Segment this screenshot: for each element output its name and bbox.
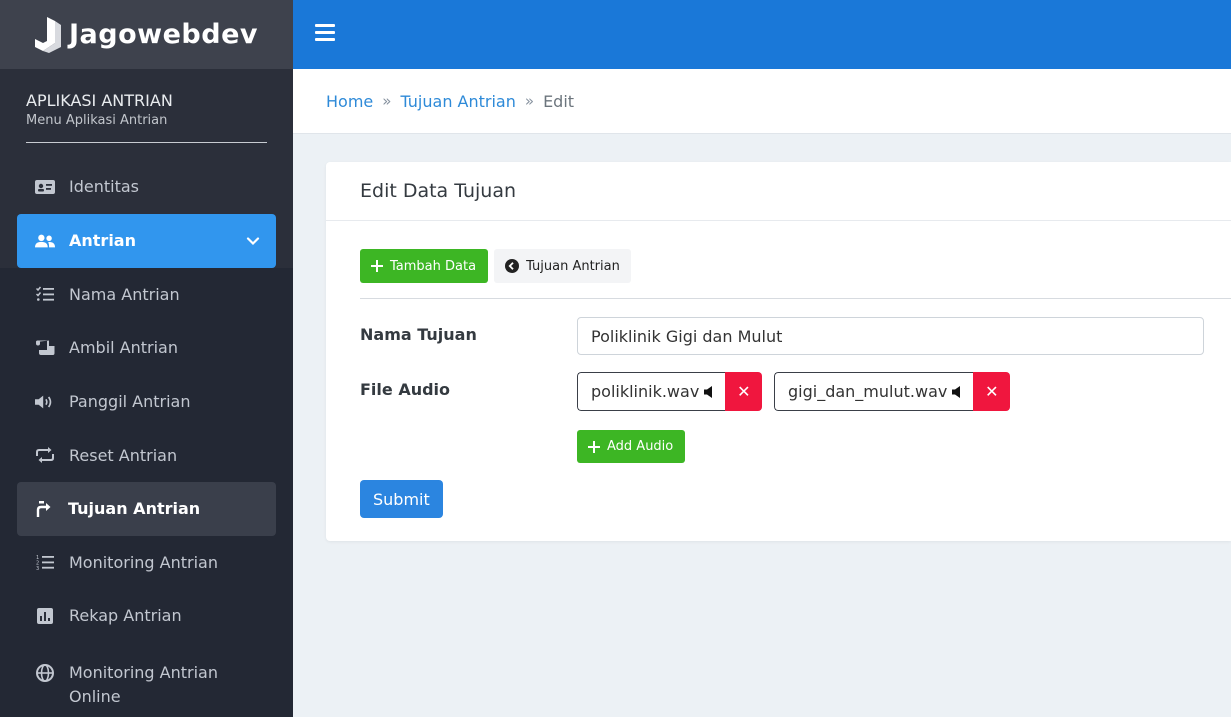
add-audio-button[interactable]: Add Audio xyxy=(577,430,686,463)
brand-name: Jagowebdev xyxy=(69,19,258,50)
directions-icon xyxy=(34,499,54,519)
file-audio-label: File Audio xyxy=(360,380,451,399)
sidebar-item-label: Monitoring Antrian Online xyxy=(69,662,218,706)
id-card-icon xyxy=(35,177,55,197)
audio-file-name[interactable]: gigi_dan_mulut.wav xyxy=(774,372,974,411)
ticket-icon xyxy=(35,338,55,358)
menu-toggle-icon[interactable] xyxy=(315,24,335,42)
sidebar-item-nama-antrian[interactable]: Nama Antrian xyxy=(0,268,293,322)
audio-file-name[interactable]: poliklinik.wav xyxy=(577,372,726,411)
submenu-antrian: Nama Antrian Ambil Antrian Panggil Antri… xyxy=(0,267,293,717)
breadcrumb-separator: » xyxy=(382,92,392,110)
svg-text:3: 3 xyxy=(36,566,39,570)
volume-icon xyxy=(35,392,55,412)
audio-file-item: poliklinik.wav ✕ xyxy=(577,372,763,411)
app-subtitle: Menu Aplikasi Antrian xyxy=(26,113,168,128)
remove-audio-button[interactable]: ✕ xyxy=(973,372,1011,411)
users-icon xyxy=(35,231,55,251)
sidebar-item-label: Tujuan Antrian xyxy=(68,499,201,519)
add-audio-label: Add Audio xyxy=(607,439,674,454)
breadcrumb-tujuan-antrian[interactable]: Tujuan Antrian xyxy=(400,92,515,111)
sidebar-item-label: Panggil Antrian xyxy=(69,392,191,412)
sidebar-item-tujuan-antrian[interactable]: Tujuan Antrian xyxy=(17,481,276,536)
chevron-down-icon xyxy=(246,236,260,245)
speaker-icon[interactable] xyxy=(951,385,965,399)
sidebar-item-label: Monitoring Antrian xyxy=(69,552,218,572)
back-label: Tujuan Antrian xyxy=(526,258,620,274)
audio-file-label: poliklinik.wav xyxy=(591,382,700,401)
sidebar-item-label: Rekap Antrian xyxy=(69,606,182,626)
audio-file-label: gigi_dan_mulut.wav xyxy=(788,382,948,401)
sidebar-item-panggil-antrian[interactable]: Panggil Antrian xyxy=(0,375,293,429)
divider xyxy=(360,298,1231,299)
app-info: APLIKASI ANTRIAN Menu Aplikasi Antrian xyxy=(0,69,293,143)
edit-card: Edit Data Tujuan Tambah Data Tujuan Antr… xyxy=(326,162,1231,541)
breadcrumb-separator: » xyxy=(524,92,535,110)
globe-icon xyxy=(35,663,55,683)
logo-icon xyxy=(35,16,62,53)
audio-file-item: gigi_dan_mulut.wav ✕ xyxy=(774,372,1011,411)
sidebar: Jagowebdev APLIKASI ANTRIAN Menu Aplikas… xyxy=(0,0,293,717)
brand[interactable]: Jagowebdev xyxy=(0,0,293,69)
sidebar-item-rekap-antrian[interactable]: Rekap Antrian xyxy=(0,589,293,643)
back-button[interactable]: Tujuan Antrian xyxy=(494,249,631,283)
sidebar-item-reset-antrian[interactable]: Reset Antrian xyxy=(0,428,293,482)
card-title: Edit Data Tujuan xyxy=(326,162,1231,221)
chart-icon xyxy=(35,606,55,626)
nama-tujuan-input[interactable]: Poliklinik Gigi dan Mulut xyxy=(577,317,1204,355)
add-data-label: Tambah Data xyxy=(390,258,477,274)
sidebar-item-identitas[interactable]: Identitas xyxy=(0,160,293,214)
app-title: APLIKASI ANTRIAN xyxy=(26,91,173,110)
divider xyxy=(26,142,267,143)
breadcrumb-home[interactable]: Home xyxy=(326,92,373,111)
sidebar-item-antrian[interactable]: Antrian xyxy=(17,213,276,268)
sidebar-item-label: Identitas xyxy=(69,177,139,197)
speaker-icon[interactable] xyxy=(703,385,717,399)
remove-audio-button[interactable]: ✕ xyxy=(725,372,763,411)
sidebar-item-monitoring-antrian-online[interactable]: Monitoring Antrian Online xyxy=(0,643,293,717)
sidebar-item-label: Ambil Antrian xyxy=(69,338,178,358)
plus-icon xyxy=(588,440,600,453)
sidebar-item-monitoring-antrian[interactable]: 123 Monitoring Antrian xyxy=(0,536,293,590)
list-check-icon xyxy=(35,284,55,304)
topbar xyxy=(293,0,1231,69)
sidebar-menu: Identitas Antrian Nama Antrian Ambil Ant… xyxy=(0,160,293,717)
add-data-button[interactable]: Tambah Data xyxy=(360,249,489,283)
breadcrumb: Home » Tujuan Antrian » Edit xyxy=(293,69,1231,134)
sidebar-item-label: Reset Antrian xyxy=(69,445,178,465)
sidebar-item-label: Nama Antrian xyxy=(69,284,180,304)
nama-tujuan-label: Nama Tujuan xyxy=(360,325,477,344)
submit-button[interactable]: Submit xyxy=(360,480,443,518)
repeat-icon xyxy=(35,445,55,465)
sidebar-item-label: Antrian xyxy=(69,231,136,251)
sidebar-item-ambil-antrian[interactable]: Ambil Antrian xyxy=(0,321,293,375)
action-buttons: Tambah Data Tujuan Antrian xyxy=(360,249,631,283)
list-ordered-icon: 123 xyxy=(35,552,55,572)
plus-icon xyxy=(371,260,383,272)
arrow-circle-left-icon xyxy=(505,259,520,273)
breadcrumb-current: Edit xyxy=(543,91,575,111)
